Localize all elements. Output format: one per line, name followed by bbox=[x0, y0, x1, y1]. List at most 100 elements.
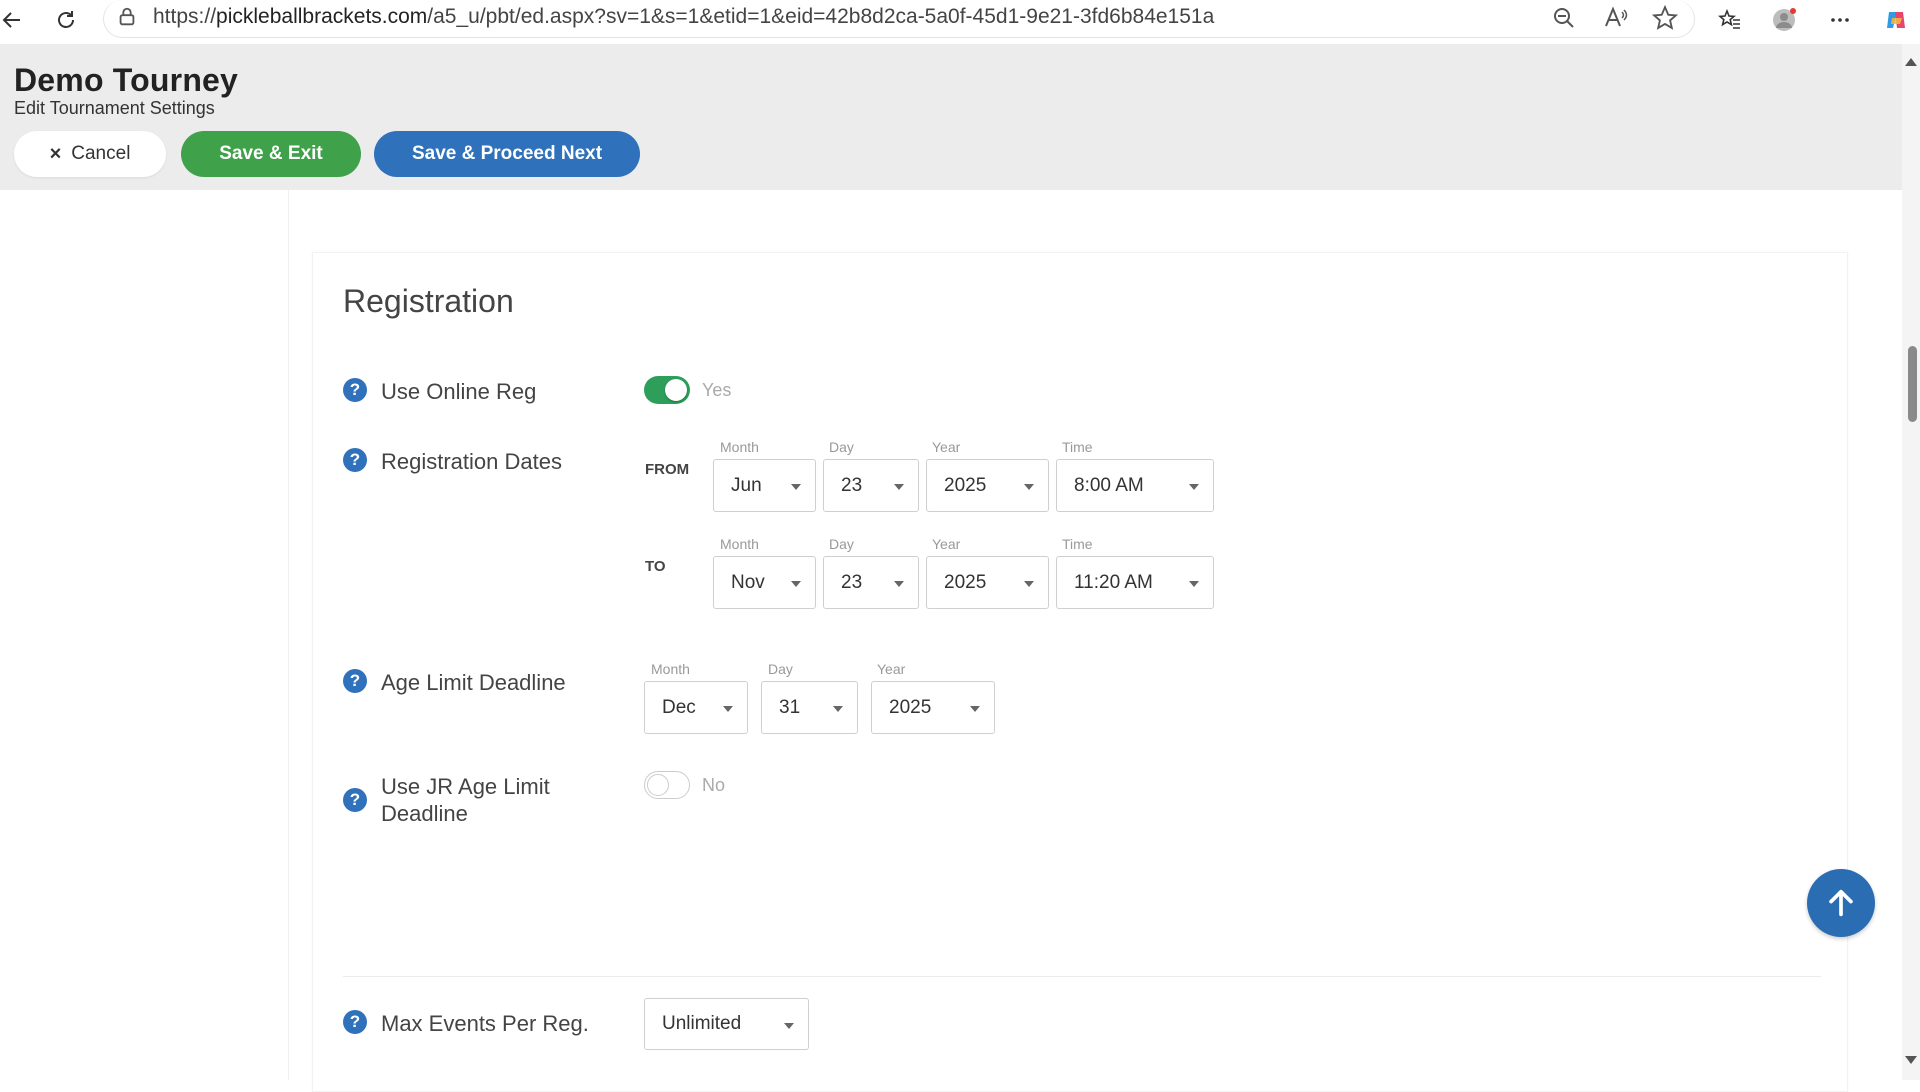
more-icon[interactable] bbox=[1824, 4, 1856, 36]
from-year-select[interactable]: 2025 bbox=[926, 459, 1049, 512]
chevron-down-icon bbox=[894, 581, 904, 587]
age-month-caption: Month bbox=[651, 661, 690, 677]
to-day-select[interactable]: 23 bbox=[823, 556, 919, 609]
chevron-down-icon bbox=[1024, 484, 1034, 490]
help-icon[interactable]: ? bbox=[343, 788, 367, 812]
age-month-value: Dec bbox=[662, 696, 696, 718]
jr-age-limit-label-line2: Deadline bbox=[381, 801, 468, 826]
to-month-caption: Month bbox=[720, 536, 759, 552]
zoom-out-icon[interactable] bbox=[1552, 6, 1576, 35]
chevron-down-icon bbox=[1189, 581, 1199, 587]
chevron-down-icon bbox=[970, 706, 980, 712]
cancel-button[interactable]: × Cancel bbox=[14, 131, 166, 177]
jr-age-limit-label-line1: Use JR Age Limit bbox=[381, 774, 550, 799]
app-header: Demo Tourney Edit Tournament Settings × … bbox=[0, 44, 1902, 190]
jr-age-limit-row: ? Use JR Age Limit Deadline bbox=[343, 773, 550, 827]
max-events-row: ? Max Events Per Reg. bbox=[343, 1010, 589, 1037]
age-day-value: 31 bbox=[779, 696, 801, 718]
age-day-caption: Day bbox=[768, 661, 793, 677]
use-online-reg-label: Use Online Reg bbox=[381, 379, 537, 404]
url-scheme: https:// bbox=[153, 5, 217, 28]
arrow-up-icon bbox=[1829, 889, 1853, 917]
browser-toolbar: https://pickleballbrackets.com/a5_u/pbt/… bbox=[0, 0, 1920, 44]
chevron-down-icon bbox=[1024, 581, 1034, 587]
section-title: Registration bbox=[343, 283, 514, 319]
section-divider bbox=[343, 976, 1821, 977]
to-label: TO bbox=[645, 558, 666, 575]
to-time-value: 11:20 AM bbox=[1074, 571, 1153, 593]
chevron-down-icon bbox=[791, 581, 801, 587]
to-day-caption: Day bbox=[829, 536, 854, 552]
from-label: FROM bbox=[645, 461, 690, 478]
from-day-select[interactable]: 23 bbox=[823, 459, 919, 512]
page-scrollbar[interactable] bbox=[1902, 44, 1920, 1080]
page-subtitle: Edit Tournament Settings bbox=[14, 98, 215, 118]
close-icon: × bbox=[49, 142, 62, 165]
help-icon[interactable]: ? bbox=[343, 378, 367, 402]
age-year-select[interactable]: 2025 bbox=[871, 681, 995, 734]
from-month-select[interactable]: Jun bbox=[713, 459, 816, 512]
favorites-icon[interactable] bbox=[1714, 4, 1746, 36]
chevron-down-icon bbox=[791, 484, 801, 490]
use-online-reg-state: Yes bbox=[702, 380, 732, 400]
page-title: Demo Tourney bbox=[14, 62, 239, 98]
from-day-value: 23 bbox=[841, 474, 863, 496]
chevron-down-icon bbox=[894, 484, 904, 490]
from-day-caption: Day bbox=[829, 439, 854, 455]
jr-age-limit-toggle[interactable] bbox=[644, 771, 690, 799]
age-year-value: 2025 bbox=[889, 696, 932, 718]
chevron-down-icon bbox=[723, 706, 733, 712]
age-year-caption: Year bbox=[877, 661, 906, 677]
refresh-icon[interactable] bbox=[50, 4, 82, 36]
scrollbar-thumb[interactable] bbox=[1908, 346, 1917, 422]
url-text[interactable]: https://pickleballbrackets.com/a5_u/pbt/… bbox=[153, 5, 1214, 29]
toggle-knob bbox=[647, 774, 669, 796]
age-limit-deadline-row: ? Age Limit Deadline bbox=[343, 669, 566, 696]
back-arrow-icon[interactable] bbox=[0, 4, 28, 36]
to-year-value: 2025 bbox=[944, 571, 987, 593]
help-icon[interactable]: ? bbox=[343, 448, 367, 472]
age-month-select[interactable]: Dec bbox=[644, 681, 748, 734]
to-day-value: 23 bbox=[841, 571, 863, 593]
toggle-knob bbox=[665, 379, 687, 401]
to-month-select[interactable]: Nov bbox=[713, 556, 816, 609]
registration-dates-label: Registration Dates bbox=[381, 449, 562, 474]
to-year-select[interactable]: 2025 bbox=[926, 556, 1049, 609]
to-time-select[interactable]: 11:20 AM bbox=[1056, 556, 1214, 609]
help-icon[interactable]: ? bbox=[343, 1010, 367, 1034]
address-bar[interactable]: https://pickleballbrackets.com/a5_u/pbt/… bbox=[103, 0, 1695, 38]
scroll-down-arrow-icon[interactable] bbox=[1905, 1056, 1917, 1064]
left-divider bbox=[288, 190, 289, 1080]
chevron-down-icon bbox=[833, 706, 843, 712]
from-year-value: 2025 bbox=[944, 474, 987, 496]
chevron-down-icon bbox=[1189, 484, 1199, 490]
from-month-value: Jun bbox=[731, 474, 762, 496]
url-host: pickleballbrackets.com bbox=[216, 5, 428, 28]
max-events-select[interactable]: Unlimited bbox=[644, 998, 809, 1050]
save-proceed-next-button[interactable]: Save & Proceed Next bbox=[374, 131, 640, 177]
chevron-down-icon bbox=[784, 1023, 794, 1029]
max-events-value: Unlimited bbox=[662, 1013, 742, 1034]
copilot-icon[interactable] bbox=[1880, 4, 1912, 36]
read-aloud-icon[interactable] bbox=[1603, 6, 1629, 35]
max-events-label: Max Events Per Reg. bbox=[381, 1011, 589, 1036]
to-year-caption: Year bbox=[932, 536, 961, 552]
save-exit-button[interactable]: Save & Exit bbox=[181, 131, 361, 177]
scroll-to-top-button[interactable] bbox=[1807, 869, 1875, 937]
use-online-reg-toggle[interactable] bbox=[644, 376, 690, 404]
jr-age-limit-label: Use JR Age Limit Deadline bbox=[381, 773, 550, 827]
lock-icon[interactable] bbox=[116, 6, 138, 33]
jr-age-limit-state: No bbox=[702, 775, 726, 795]
from-time-caption: Time bbox=[1062, 439, 1093, 455]
to-time-caption: Time bbox=[1062, 536, 1093, 552]
from-time-select[interactable]: 8:00 AM bbox=[1056, 459, 1214, 512]
scroll-up-arrow-icon[interactable] bbox=[1905, 58, 1917, 66]
profile-avatar-icon[interactable] bbox=[1768, 4, 1800, 36]
age-day-select[interactable]: 31 bbox=[761, 681, 858, 734]
from-month-caption: Month bbox=[720, 439, 759, 455]
help-icon[interactable]: ? bbox=[343, 669, 367, 693]
star-icon[interactable] bbox=[1651, 4, 1679, 36]
to-month-value: Nov bbox=[731, 571, 765, 593]
cancel-label: Cancel bbox=[71, 143, 131, 164]
age-limit-deadline-label: Age Limit Deadline bbox=[381, 670, 566, 695]
